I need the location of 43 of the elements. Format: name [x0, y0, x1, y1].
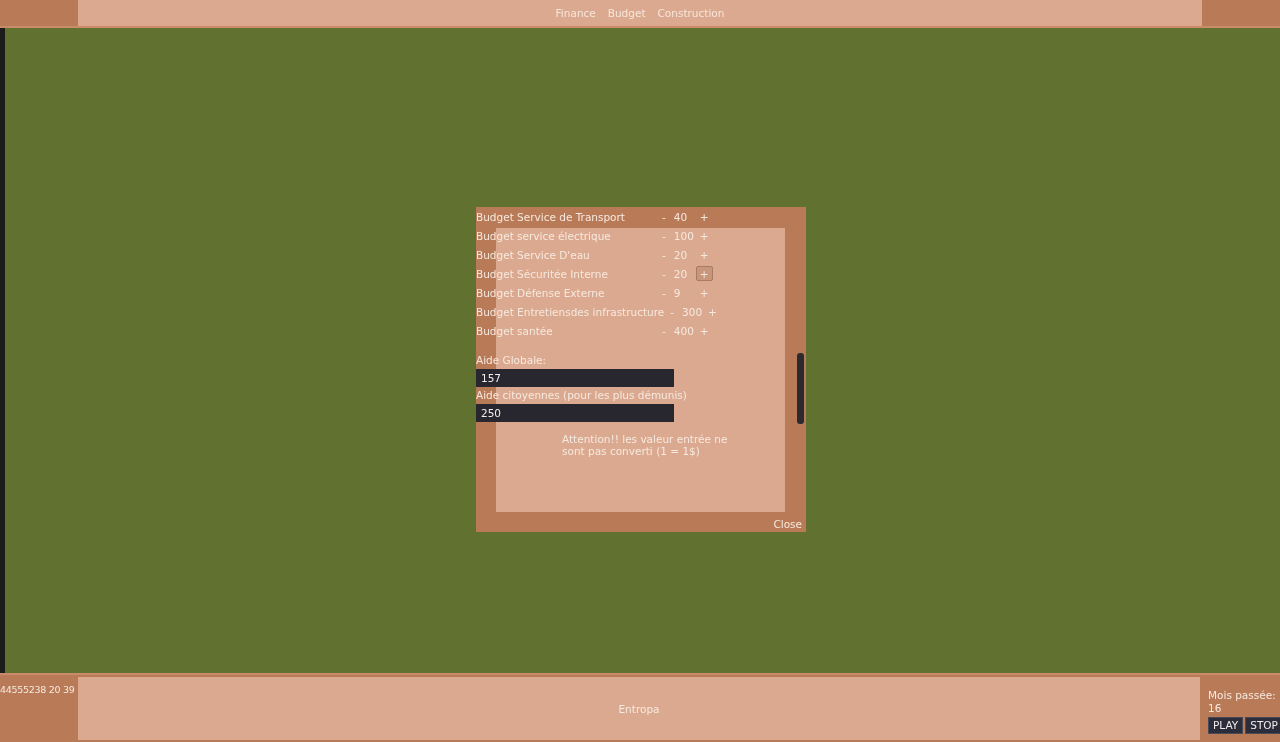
menu-item[interactable]: Finance [555, 7, 596, 19]
budget-value: 100 [673, 229, 695, 242]
decrease-button[interactable]: - [658, 228, 670, 243]
budget-value: 300 [682, 305, 704, 318]
menu-item[interactable]: Construction [657, 7, 725, 19]
decrease-button[interactable]: - [658, 247, 670, 262]
budget-value: 20 [673, 267, 689, 280]
decrease-button[interactable]: - [658, 285, 670, 300]
budget-label: Budget service électrique [476, 229, 612, 242]
game-button[interactable]: PLAY [1208, 717, 1244, 734]
increase-button[interactable]: + [695, 323, 713, 338]
budget-label: Budget Sécuritée Interne [476, 267, 609, 280]
decrease-button[interactable]: - [658, 266, 670, 281]
input-field[interactable]: 250 [476, 404, 674, 422]
budget-label: Budget Service D'eau [476, 248, 591, 261]
budget-value: 9 [673, 286, 682, 299]
months-label: Mois passée: [1208, 689, 1277, 702]
warning-text: Attention!! les valeur entrée ne sont pas converti (1 = 1$) [562, 433, 729, 457]
counter-text: 44555238 20 39 [0, 684, 75, 695]
budget-label: Budget Défense Externe [476, 286, 606, 299]
decrease-button[interactable]: - [666, 304, 679, 319]
budget-value: 400 [673, 324, 695, 337]
budget-label: Budget Entretiensdes infrastructure [476, 305, 666, 318]
scrollbar-thumb[interactable] [797, 353, 804, 424]
close-button[interactable]: Close [773, 518, 802, 530]
decrease-button[interactable]: - [658, 209, 670, 224]
input-field[interactable]: 157 [476, 369, 674, 387]
field-label: Aide Globale: [476, 353, 548, 368]
budget-label: Budget Service de Transport [476, 210, 626, 223]
increase-button[interactable]: + [695, 285, 713, 300]
decrease-button[interactable]: - [658, 323, 670, 338]
increase-button[interactable]: + [695, 228, 713, 243]
game-title: Entropa [618, 702, 660, 715]
menu-item[interactable]: Budget [607, 7, 646, 19]
increase-button[interactable]: + [695, 209, 713, 224]
budget-value: 40 [673, 210, 689, 223]
budget-label: Budget santée [476, 324, 554, 337]
budget-value: 20 [673, 248, 689, 261]
increase-button[interactable]: + [704, 304, 721, 319]
game-button[interactable]: STOP [1245, 717, 1280, 734]
field-label: Aide citoyennes (pour les plus démunis) [476, 388, 688, 403]
increase-button[interactable]: + [695, 247, 713, 262]
months-value: 16 [1208, 702, 1223, 715]
